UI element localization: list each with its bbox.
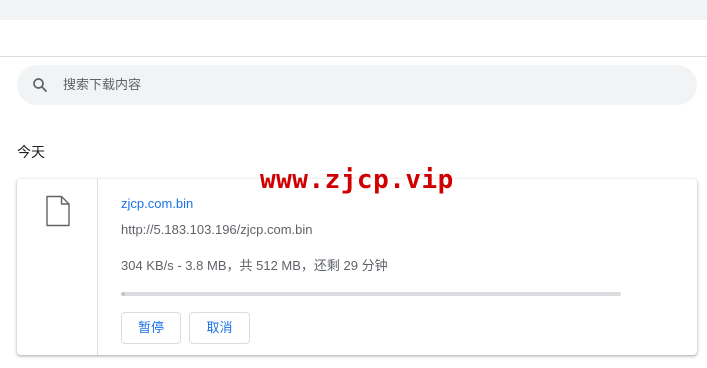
- search-input[interactable]: 搜索下载内容: [17, 65, 697, 105]
- cancel-button[interactable]: 取消: [189, 312, 250, 344]
- file-icon: [46, 195, 70, 227]
- progress-status-text: 304 KB/s - 3.8 MB，共 512 MB，还剩 29 分钟: [121, 258, 388, 273]
- card-divider: [97, 179, 98, 355]
- date-heading: 今天: [17, 144, 45, 160]
- download-item-card: zjcp.com.bin http://5.183.103.196/zjcp.c…: [17, 179, 697, 355]
- search-icon: [33, 78, 47, 92]
- watermark-text: www.zjcp.vip: [260, 165, 454, 195]
- search-placeholder: 搜索下载内容: [63, 77, 142, 92]
- file-name-link[interactable]: zjcp.com.bin: [121, 195, 193, 212]
- header-divider: [0, 56, 707, 57]
- file-url: http://5.183.103.196/zjcp.com.bin: [121, 222, 313, 237]
- progress-bar-fill: [121, 292, 125, 296]
- progress-bar: [121, 292, 621, 296]
- pause-button[interactable]: 暂停: [121, 312, 181, 344]
- downloads-page: 搜索下载内容 今天 zjcp.com.bin http://5.183.103.…: [0, 0, 707, 368]
- toolbar-strip: [0, 0, 707, 20]
